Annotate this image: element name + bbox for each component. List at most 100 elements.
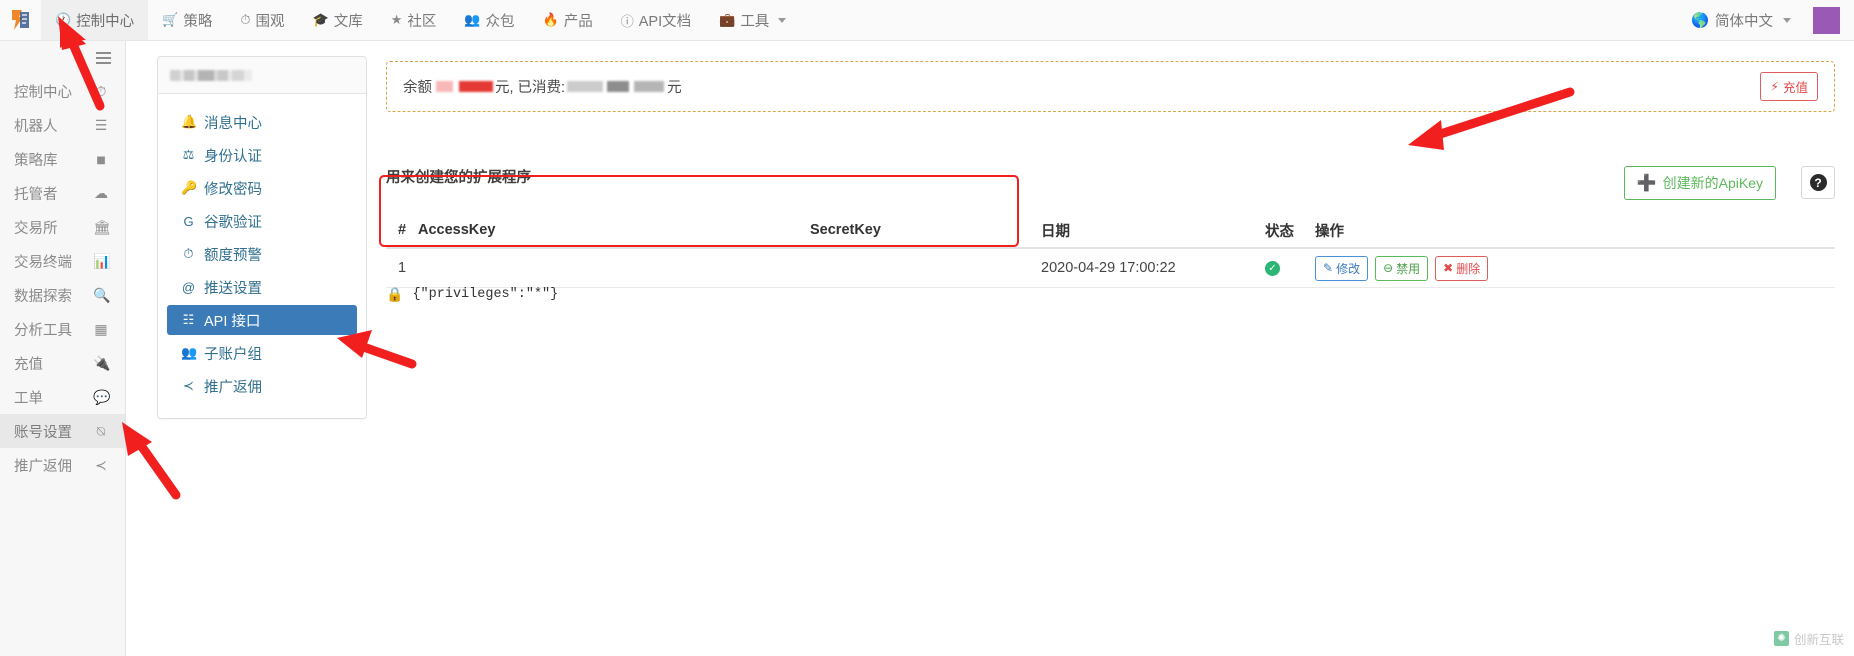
top-nav-right: 🌎 简体中文 — [1679, 0, 1854, 40]
page-title: 用来创建您的扩展程序 — [386, 170, 531, 186]
sidebar-item-robots[interactable]: 机器人 ☰ — [0, 108, 125, 142]
balance-text: 余额 元, 已消费: 元 — [403, 76, 682, 97]
user-circle-icon: ⍉ — [96, 422, 106, 439]
search-plus-icon: 🔍 — [93, 286, 111, 303]
column-header-status: 状态 — [1265, 223, 1294, 240]
sidebar-item-label: 策略库 — [14, 152, 58, 169]
sidebar-item-analysis-tools[interactable]: 分析工具 ▦ — [0, 312, 125, 346]
sidebar-item-label: 机器人 — [14, 118, 58, 135]
menu-item-referral[interactable]: ≺ 推广返佣 — [167, 371, 357, 401]
topnav-label: 工具 — [740, 13, 770, 30]
topnav-label: 众包 — [485, 13, 515, 30]
topnav-item-control-center[interactable]: 🕐 控制中心 — [41, 0, 149, 40]
clock-icon: ⏱ — [240, 12, 251, 27]
topnav-item-crowdsourcing[interactable]: 👥 众包 — [450, 0, 528, 40]
topnav-label: 社区 — [407, 13, 437, 30]
brand-logo[interactable] — [0, 0, 41, 40]
cart-icon: 🛒 — [162, 12, 179, 27]
account-menu-list: 🔔 消息中心 ⚖ 身份认证 🔑 修改密码 G 谷歌验证 ⏱ 额度预警 @ 推送设 — [158, 94, 366, 418]
cell-actions: ✎ 修改 ⊖ 禁用 ✖ 删除 — [1315, 255, 1835, 281]
menu-item-push-settings[interactable]: @ 推送设置 — [167, 272, 357, 302]
topnav-item-products[interactable]: 🔥 产品 — [529, 0, 607, 40]
menu-item-sub-accounts[interactable]: 👥 子账户组 — [167, 338, 357, 368]
delete-icon: ✖ — [1443, 261, 1454, 275]
sidebar-item-referral[interactable]: 推广返佣 ≺ — [0, 448, 125, 482]
sidebar-item-tickets[interactable]: 工单 💬 — [0, 380, 125, 414]
topnav-item-watch[interactable]: ⏱ 围观 — [226, 0, 298, 40]
redacted-balance-a — [436, 81, 453, 92]
topnav-label: 控制中心 — [76, 13, 135, 30]
balance-unit-2: 元 — [667, 80, 682, 96]
language-selector[interactable]: 🌎 简体中文 — [1679, 10, 1803, 31]
menu-item-label: 额度预警 — [204, 247, 262, 264]
sidebar-item-label: 数据探索 — [14, 288, 72, 305]
fmz-logo-icon — [12, 10, 29, 30]
disable-apikey-button[interactable]: ⊖ 禁用 — [1375, 255, 1429, 281]
apikey-table: # AccessKey SecretKey 日期 状态 操作 1 2020-04… — [386, 213, 1835, 288]
redacted-username — [170, 69, 252, 81]
redacted-balance-b — [459, 81, 493, 92]
sidebar-item-label: 控制中心 — [14, 84, 72, 101]
lock-icon: 🔒 — [386, 286, 404, 302]
sidebar-item-recharge[interactable]: 充值 🔌 — [0, 346, 125, 380]
sidebar-item-docker[interactable]: 托管者 ☁ — [0, 176, 125, 210]
sidebar-item-label: 交易终端 — [14, 254, 72, 271]
menu-item-message-center[interactable]: 🔔 消息中心 — [167, 107, 357, 137]
sidebar-item-strategy-library[interactable]: 策略库 ◾ — [0, 142, 125, 176]
edit-apikey-button[interactable]: ✎ 修改 — [1315, 255, 1369, 281]
bolt-icon: ⚡ — [1770, 80, 1779, 94]
chevron-down-icon — [1783, 17, 1791, 23]
sidebar-item-account-settings[interactable]: 账号设置 ⍉ — [0, 414, 125, 448]
chart-bar-icon: 📊 — [93, 252, 111, 269]
menu-item-api-interface[interactable]: ☷ API 接口 — [167, 305, 357, 335]
topnav-item-community[interactable]: ★ 社区 — [377, 0, 451, 40]
topnav-item-api-docs[interactable]: ⓘ API文档 — [607, 0, 705, 40]
fire-icon: 🔥 — [542, 12, 559, 27]
users-group-icon: 👥 — [181, 345, 198, 360]
recharge-button[interactable]: ⚡ 充值 — [1760, 72, 1818, 101]
sidebar-item-exchanges[interactable]: 交易所 🏛 — [0, 210, 125, 244]
cell-row-number: 1 — [398, 260, 407, 276]
sidebar-item-trade-terminal[interactable]: 交易终端 📊 — [0, 244, 125, 278]
top-navigation-bar: 🕐 控制中心 🛒 策略 ⏱ 围观 🎓 文库 ★ 社区 👥 众包 🔥 产品 ⓘ A… — [0, 0, 1854, 41]
gauge-icon: ⏱ — [95, 82, 107, 99]
create-apikey-button[interactable]: ➕ 创建新的ApiKey — [1623, 166, 1776, 200]
sidebar-item-label: 交易所 — [14, 220, 58, 237]
menu-item-google-auth[interactable]: G 谷歌验证 — [167, 206, 357, 236]
cube-icon: ◾ — [95, 150, 107, 167]
delete-apikey-button[interactable]: ✖ 删除 — [1435, 255, 1489, 281]
leaf-icon: ✺ — [1773, 631, 1789, 646]
menu-item-label: 修改密码 — [204, 181, 262, 198]
check-circle-icon: ✓ — [1265, 260, 1280, 276]
sidebar-item-data-explore[interactable]: 数据探索 🔍 — [0, 278, 125, 312]
menu-item-label: 子账户组 — [204, 346, 262, 363]
topnav-item-strategy[interactable]: 🛒 策略 — [148, 0, 226, 40]
menu-item-identity-verification[interactable]: ⚖ 身份认证 — [167, 140, 357, 170]
cell-secretkey — [810, 260, 1041, 276]
sidebar-toggle-button[interactable] — [0, 41, 125, 74]
table-row: 1 2020-04-29 17:00:22 ✓ ✎ 修改 ⊖ 禁用 ✖ 删除 — [386, 249, 1835, 288]
clock-icon: ⏱ — [183, 246, 194, 261]
key-icon: 🔑 — [181, 180, 198, 195]
topnav-item-library[interactable]: 🎓 文库 — [299, 0, 377, 40]
topnav-item-tools[interactable]: 💼 工具 — [705, 0, 800, 40]
top-nav-items: 🕐 控制中心 🛒 策略 ⏱ 围观 🎓 文库 ★ 社区 👥 众包 🔥 产品 ⓘ A… — [41, 0, 800, 40]
info-icon: ⓘ — [620, 13, 634, 29]
avatar[interactable] — [1813, 6, 1840, 34]
globe-icon: 🌎 — [1690, 12, 1709, 29]
help-button[interactable]: ? — [1801, 166, 1835, 199]
menu-item-change-password[interactable]: 🔑 修改密码 — [167, 173, 357, 203]
account-menu-header — [158, 57, 366, 94]
share-alt-icon: ≺ — [183, 378, 194, 393]
sidebar-item-control-center[interactable]: 控制中心 ⏱ — [0, 74, 125, 108]
menu-item-quota-alert[interactable]: ⏱ 额度预警 — [167, 239, 357, 269]
sidebar-item-label: 托管者 — [14, 186, 58, 203]
arrow-to-account-settings — [122, 422, 181, 500]
watermark: ✺ 创新互联 — [1773, 629, 1844, 648]
account-menu-panel: 🔔 消息中心 ⚖ 身份认证 🔑 修改密码 G 谷歌验证 ⏱ 额度预警 @ 推送设 — [157, 56, 367, 419]
redacted-spent-b — [607, 81, 630, 92]
menu-item-label: 谷歌验证 — [204, 214, 262, 231]
google-g-icon: G — [183, 213, 194, 229]
cell-date: 2020-04-29 17:00:22 — [1041, 260, 1176, 276]
comment-icon: 💬 — [93, 388, 111, 405]
